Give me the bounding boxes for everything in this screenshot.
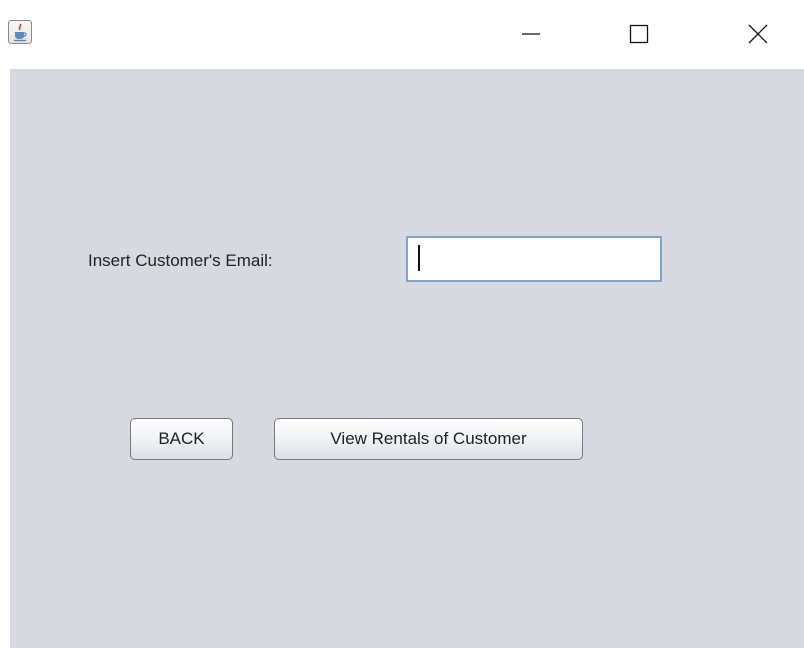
title-bar[interactable]	[0, 0, 804, 69]
maximize-button[interactable]	[616, 14, 662, 54]
text-caret	[418, 245, 420, 271]
java-cup-icon[interactable]	[8, 20, 32, 44]
email-label: Insert Customer's Email:	[88, 251, 273, 270]
view-rentals-button[interactable]: View Rentals of Customer	[274, 418, 583, 460]
minimize-button[interactable]	[508, 14, 554, 54]
minimize-icon	[522, 33, 540, 35]
application-window: Insert Customer's Email: BACK View Renta…	[0, 0, 804, 648]
maximize-icon	[629, 24, 649, 44]
back-button[interactable]: BACK	[130, 418, 233, 460]
close-button[interactable]	[735, 14, 781, 54]
email-input[interactable]	[406, 236, 662, 282]
close-icon	[748, 24, 768, 44]
content-panel	[10, 69, 804, 648]
